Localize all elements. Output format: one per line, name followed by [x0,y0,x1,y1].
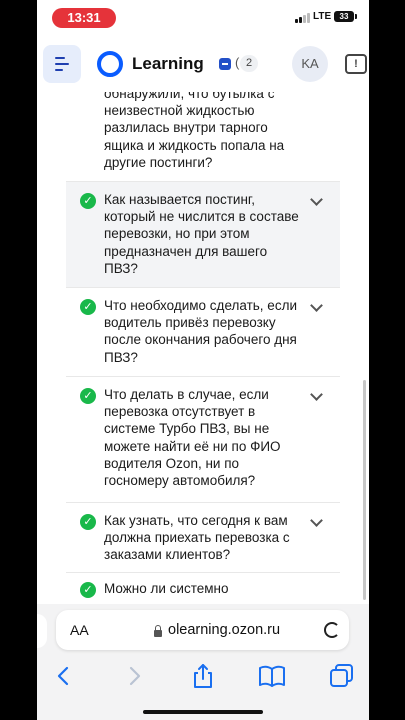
question-item-2[interactable]: ✓ Что необходимо сделать, если водитель … [66,287,340,377]
cellular-signal-icon [295,12,311,23]
notifications-count-badge[interactable]: 2 [240,55,258,72]
home-indicator[interactable] [143,710,263,714]
chevron-down-icon[interactable] [310,193,323,206]
text-size-button[interactable]: AA [70,622,89,638]
reload-icon[interactable] [324,622,340,638]
chevron-down-icon[interactable] [310,388,323,401]
question-text: Что делать в случае, если перевозка отсу… [104,387,281,489]
scrollbar[interactable] [363,380,366,600]
question-list: обнаружили, что бутылка с неизвестной жи… [37,92,369,604]
check-circle-icon: ✓ [80,514,96,530]
bookmarks-icon[interactable] [257,662,287,690]
question-text: Можно ли системно [104,581,229,596]
question-partial-text: обнаружили, что бутылка с неизвестной жи… [104,92,285,170]
question-item-3[interactable]: ✓ Что делать в случае, если перевозка от… [66,376,340,503]
menu-icon [55,57,65,59]
question-item-1[interactable]: ✓ Как называется постинг, который не чис… [66,181,340,288]
url-text[interactable]: olearning.ozon.ru [168,622,280,638]
lock-icon [154,625,162,637]
chevron-down-icon[interactable] [310,299,323,312]
chat-help-icon[interactable]: ! [345,54,367,74]
forward-icon[interactable] [119,662,149,690]
question-text: Как узнать, что сегодня к вам должна при… [104,513,290,563]
check-circle-icon: ✓ [80,582,96,598]
check-circle-icon: ✓ [80,193,96,209]
network-type: LTE [313,11,332,22]
menu-button[interactable] [43,45,81,83]
check-circle-icon: ✓ [80,299,96,315]
share-icon[interactable] [188,662,218,690]
status-time: 13:31 [52,8,116,28]
question-item-4[interactable]: ✓ Как узнать, что сегодня к вам должна п… [66,502,340,573]
logo-icon[interactable] [97,51,123,77]
tabs-icon[interactable] [327,662,357,690]
battery-icon: 33 [334,11,357,22]
check-circle-icon: ✓ [80,388,96,404]
previous-tab-edge[interactable] [37,614,47,648]
chevron-down-icon[interactable] [310,514,323,527]
brand-title[interactable]: Learning [132,54,204,74]
notifications-separator: ( [235,55,240,70]
notifications-icon[interactable] [219,58,231,70]
app-header: Learning ( 2 KA ! [37,36,369,92]
question-item-5[interactable]: ✓ Можно ли системно [66,572,340,604]
question-text: Что необходимо сделать, если водитель пр… [104,298,297,365]
status-bar: 13:31 LTE 33 [37,0,369,36]
address-bar[interactable]: AA olearning.ozon.ru [56,610,349,650]
phone-screen: 13:31 LTE 33 Learning ( 2 KA ! обнаружил… [37,0,369,720]
back-icon[interactable] [49,662,79,690]
browser-bar: AA olearning.ozon.ru [37,604,369,720]
browser-toolbar [37,656,369,696]
question-text: Как называется постинг, который не числи… [104,192,299,276]
avatar[interactable]: KA [292,46,328,82]
